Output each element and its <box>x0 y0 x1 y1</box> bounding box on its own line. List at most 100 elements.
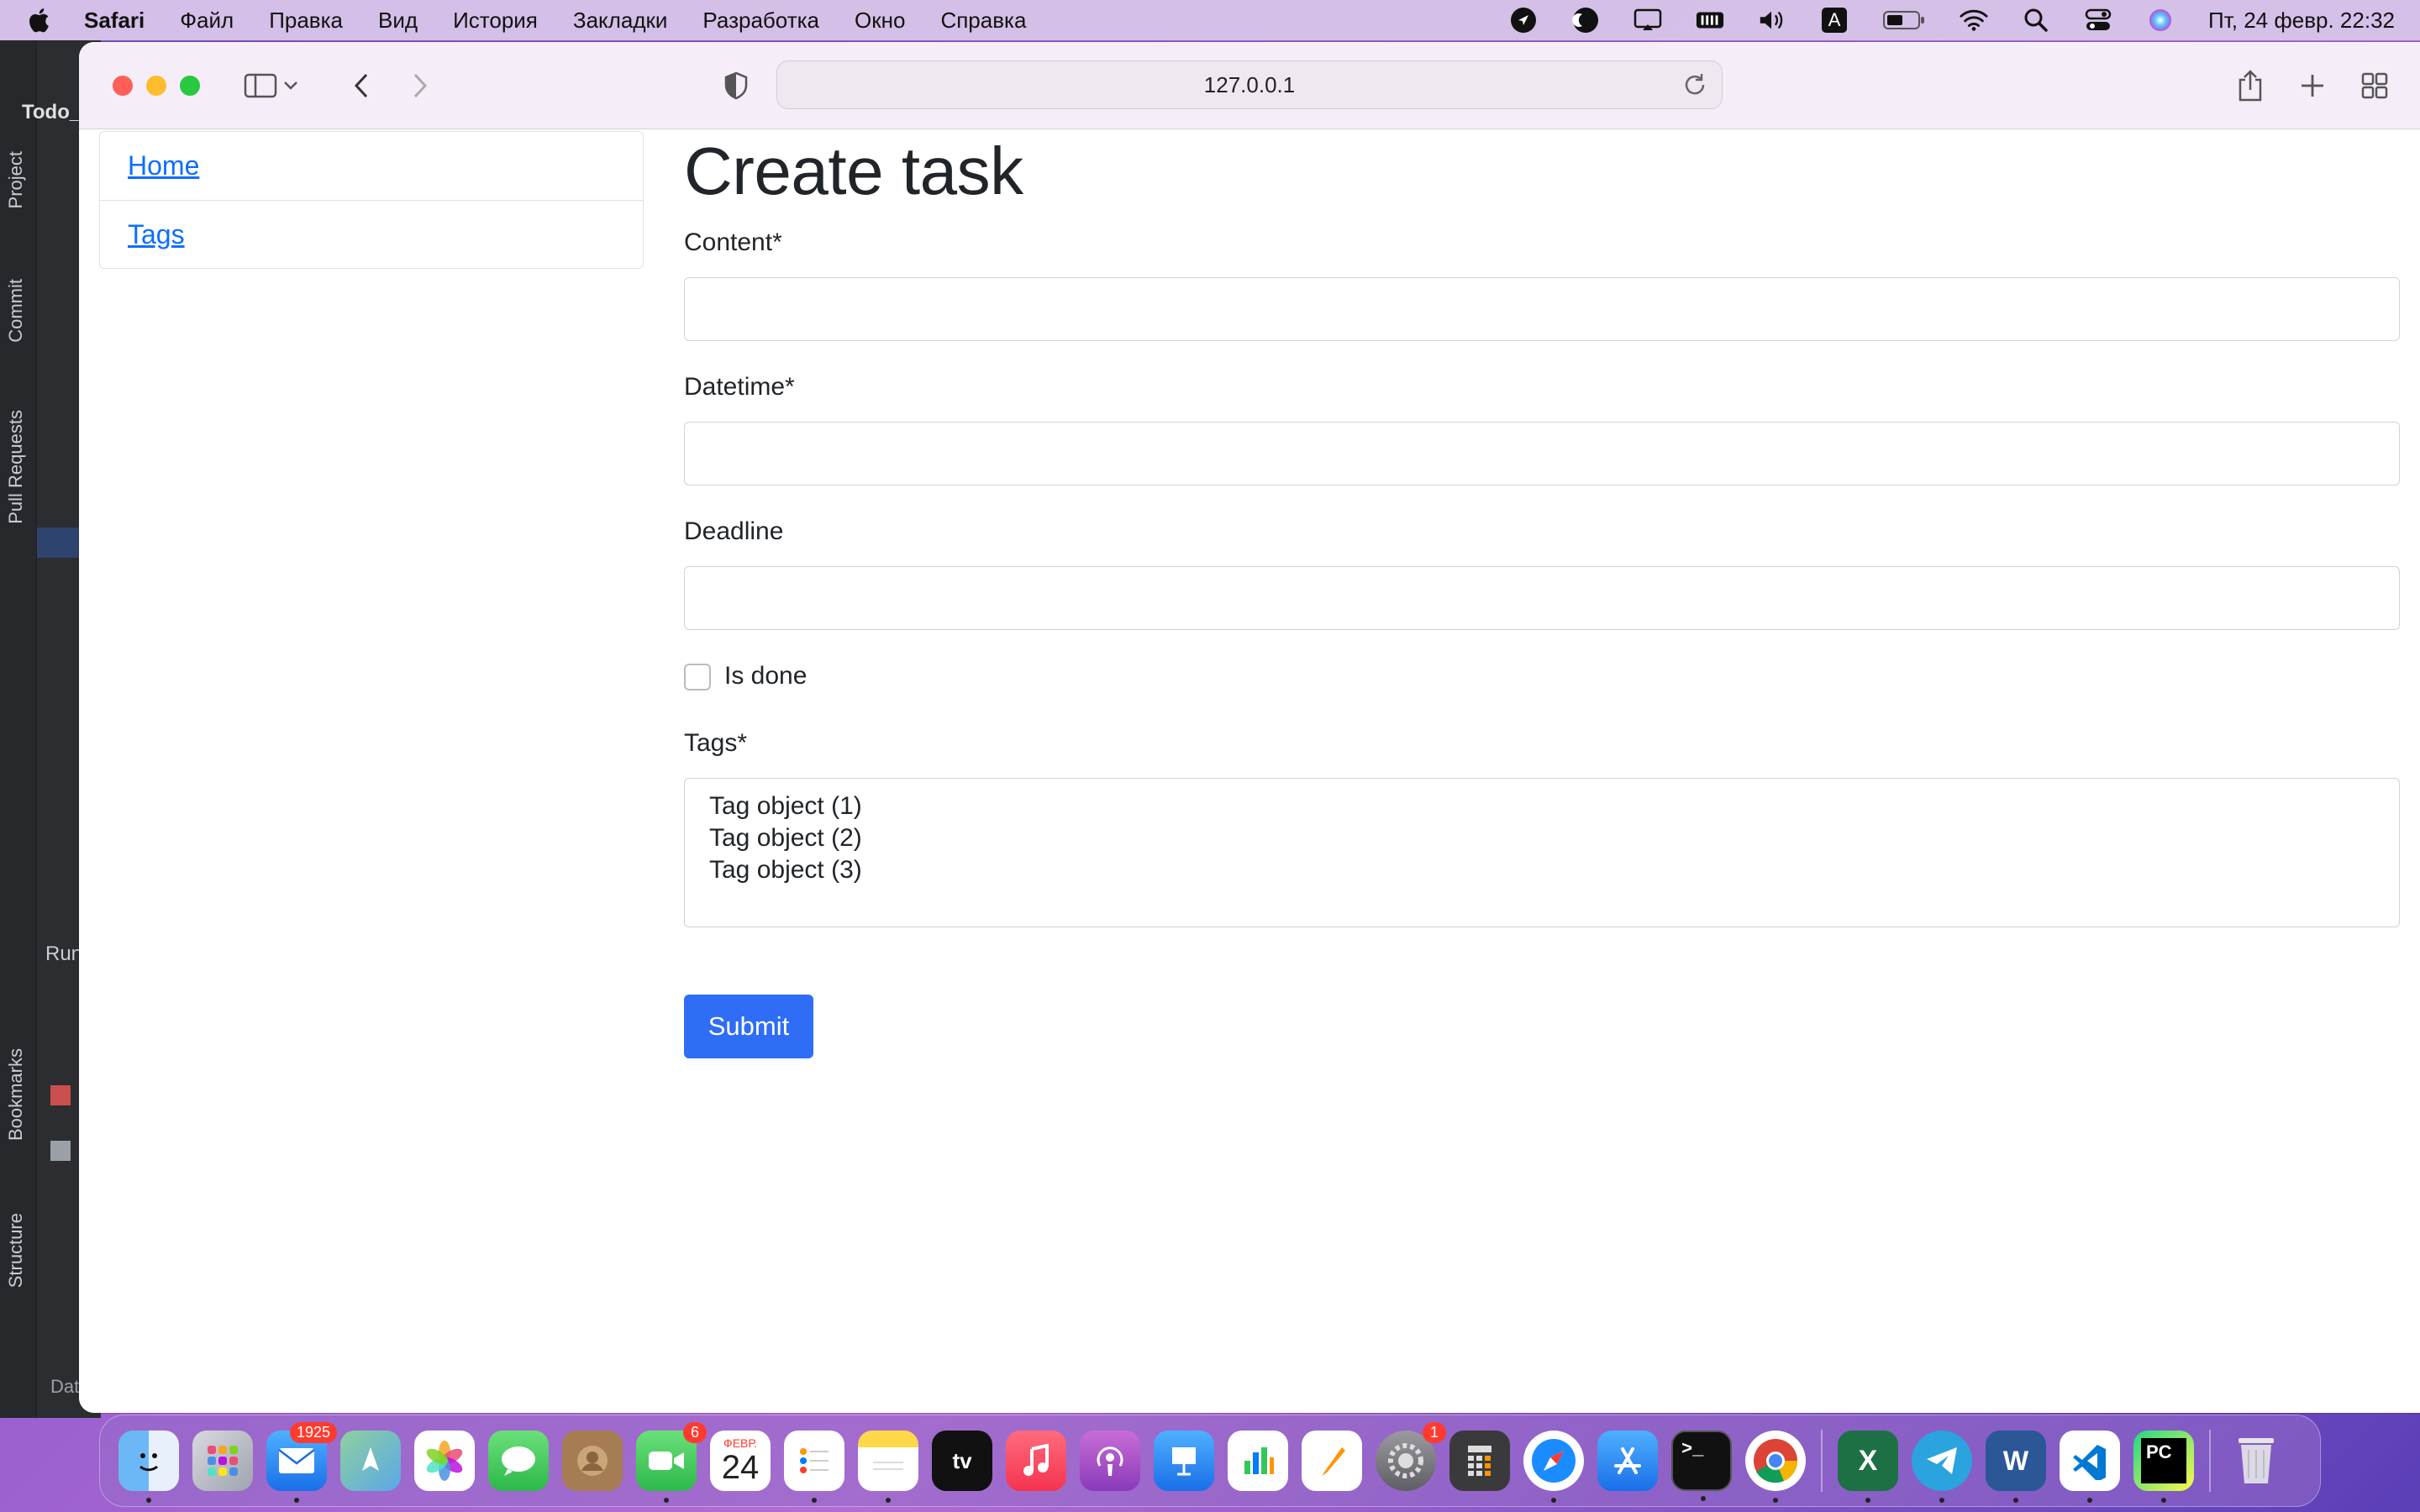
excel-icon[interactable]: X <box>1838 1431 1898 1503</box>
minimize-window-button[interactable] <box>146 76 166 96</box>
podcasts-icon[interactable] <box>1080 1431 1140 1491</box>
menu-edit[interactable]: Правка <box>269 8 343 34</box>
tag-option[interactable]: Tag object (2) <box>709 822 2375 854</box>
finder-icon[interactable] <box>118 1431 179 1503</box>
chrome-icon[interactable] <box>1745 1431 1806 1503</box>
screen-mirroring-icon[interactable] <box>1634 6 1662 34</box>
control-center-icon[interactable] <box>2084 6 2112 34</box>
tab-overview-icon[interactable] <box>2356 67 2393 104</box>
datetime-label: Datetime* <box>684 373 795 401</box>
music-icon[interactable] <box>1006 1431 1066 1491</box>
siri-icon[interactable] <box>2146 6 2175 34</box>
reminders-icon[interactable] <box>784 1431 844 1503</box>
ide-layout-icon[interactable] <box>50 1141 71 1161</box>
pages-icon[interactable] <box>1302 1431 1362 1491</box>
safari-icon[interactable] <box>1523 1431 1584 1503</box>
menu-bookmarks[interactable]: Закладки <box>573 8 668 34</box>
running-indicator <box>1701 1496 1706 1501</box>
maps-icon[interactable] <box>340 1431 401 1491</box>
app-store-icon[interactable] <box>1597 1431 1658 1491</box>
share-icon[interactable] <box>2232 67 2269 104</box>
keynote-icon[interactable] <box>1154 1431 1214 1491</box>
menu-history[interactable]: История <box>453 8 538 34</box>
facetime-icon[interactable]: 6 <box>636 1422 707 1503</box>
running-indicator <box>146 1498 151 1503</box>
ide-tab-pull-requests[interactable]: Pull Requests <box>5 410 27 524</box>
menu-window[interactable]: Окно <box>855 8 905 34</box>
moon-disc-icon[interactable] <box>1571 6 1600 34</box>
input-source-letter: A <box>1822 8 1848 33</box>
submit-button[interactable]: Submit <box>684 995 813 1058</box>
ide-tab-project[interactable]: Project <box>5 151 27 208</box>
menu-help[interactable]: Справка <box>940 8 1026 34</box>
running-indicator <box>664 1498 669 1503</box>
trash-icon[interactable] <box>2226 1431 2286 1491</box>
tag-option[interactable]: Tag object (1) <box>709 790 2375 822</box>
notes-icon[interactable] <box>858 1431 918 1503</box>
calculator-icon[interactable] <box>1449 1431 1510 1491</box>
privacy-shield-icon[interactable] <box>718 67 755 104</box>
nav-link-home[interactable]: Home <box>100 132 643 200</box>
chevron-down-icon[interactable] <box>279 67 302 104</box>
address-url: 127.0.0.1 <box>1203 71 1296 97</box>
ide-tab-bookmarks[interactable]: Bookmarks <box>5 1048 27 1141</box>
location-arrow-icon[interactable] <box>1509 6 1538 34</box>
tags-multiselect[interactable]: Tag object (1) Tag object (2) Tag object… <box>684 778 2400 927</box>
deadline-input[interactable] <box>684 566 2400 630</box>
battery-icon[interactable] <box>1882 6 1926 34</box>
terminal-icon[interactable]: >_ <box>1671 1431 1732 1501</box>
close-window-button[interactable] <box>113 76 133 96</box>
nav-link-tags[interactable]: Tags <box>100 200 643 268</box>
menu-develop[interactable]: Разработка <box>702 8 819 34</box>
apple-tv-icon[interactable]: tv <box>932 1431 992 1491</box>
ide-tab-structure[interactable]: Structure <box>5 1213 27 1288</box>
dock-separator <box>1821 1430 1823 1492</box>
datetime-input[interactable] <box>684 422 2400 486</box>
photos-icon[interactable] <box>414 1431 475 1491</box>
word-icon[interactable]: W <box>1986 1431 2046 1503</box>
word-label: W <box>2002 1445 2029 1476</box>
running-indicator <box>2161 1498 2166 1503</box>
running-indicator <box>812 1498 817 1503</box>
forward-icon[interactable] <box>402 67 439 104</box>
is-done-checkbox[interactable] <box>684 664 711 690</box>
numbers-icon[interactable] <box>1228 1431 1288 1491</box>
launchpad-icon[interactable] <box>192 1431 253 1491</box>
zoom-window-button[interactable] <box>180 76 200 96</box>
apple-logo-icon[interactable] <box>25 6 50 34</box>
running-indicator <box>2013 1498 2018 1503</box>
calendar-icon[interactable]: ФЕВР. 24 <box>710 1431 771 1491</box>
input-source-icon[interactable]: A <box>1820 6 1849 34</box>
system-settings-icon[interactable]: 1 <box>1376 1422 1446 1491</box>
pycharm-icon[interactable]: PC <box>2133 1431 2194 1503</box>
page-title: Create task <box>684 134 1023 208</box>
contacts-icon[interactable] <box>562 1431 623 1491</box>
mail-icon[interactable]: 1925 <box>266 1422 337 1503</box>
menubar-clock[interactable]: Пт, 24 февр. 22:32 <box>2208 8 2395 34</box>
ide-tab-commit[interactable]: Commit <box>5 279 27 343</box>
address-bar[interactable]: 127.0.0.1 <box>776 60 1723 109</box>
mail-badge: 1925 <box>289 1422 337 1443</box>
tag-option[interactable]: Tag object (3) <box>709 854 2375 886</box>
calendar-day: 24 <box>721 1449 760 1486</box>
menu-view[interactable]: Вид <box>378 8 418 34</box>
ide-run-label[interactable]: Run <box>45 942 82 966</box>
running-indicator <box>1551 1498 1556 1503</box>
ide-stop-icon[interactable] <box>50 1085 71 1105</box>
menu-app-name[interactable]: Safari <box>84 8 145 34</box>
messages-icon[interactable] <box>488 1431 549 1491</box>
memory-icon[interactable] <box>1696 6 1724 34</box>
telegram-icon[interactable] <box>1912 1431 1972 1503</box>
settings-badge: 1 <box>1423 1422 1446 1443</box>
content-input[interactable] <box>684 277 2400 341</box>
back-icon[interactable] <box>343 67 380 104</box>
menu-file[interactable]: Файл <box>180 8 234 34</box>
volume-icon[interactable] <box>1758 6 1786 34</box>
reload-icon[interactable] <box>1681 71 1708 98</box>
dock: 1925 6 ФЕВР. 24 tv 1 >_ X W PC <box>99 1415 2321 1507</box>
vscode-icon[interactable] <box>2060 1431 2120 1503</box>
wifi-icon[interactable] <box>1960 6 1988 34</box>
spotlight-search-icon[interactable] <box>2022 6 2050 34</box>
sidebar-toggle-icon[interactable] <box>242 67 279 104</box>
new-tab-icon[interactable] <box>2294 67 2331 104</box>
